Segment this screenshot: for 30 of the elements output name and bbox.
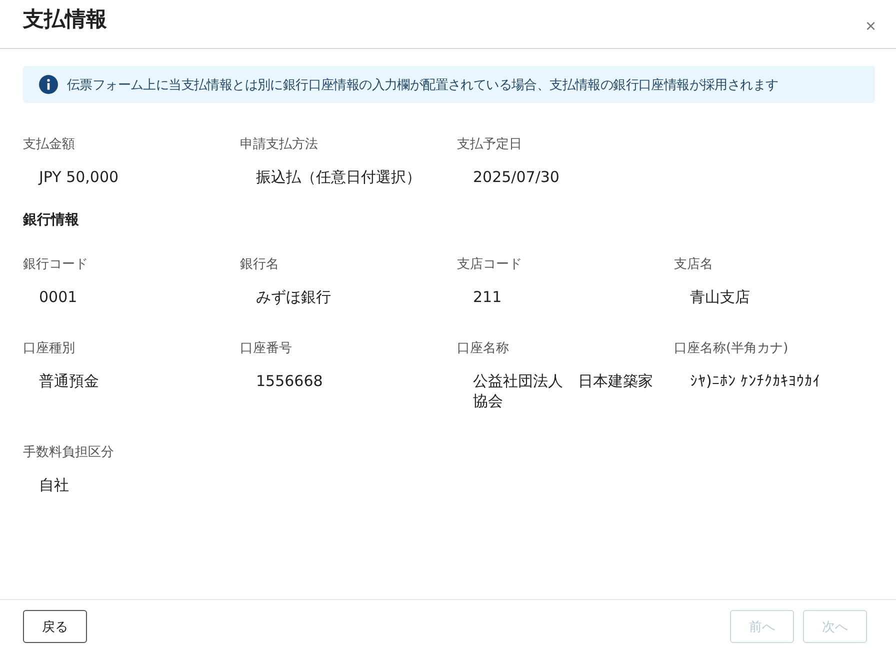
field-label: 支店名 bbox=[674, 256, 714, 273]
field-label: 口座番号 bbox=[240, 340, 293, 357]
field-label: 申請支払方法 bbox=[240, 136, 319, 153]
field-value: ｼﾔ)ﾆﾎﾝ ｹﾝﾁｸｶｷﾖｳｶｲ bbox=[689, 371, 822, 391]
field-value: 211 bbox=[472, 287, 503, 307]
field-label: 銀行名 bbox=[240, 256, 280, 273]
field-label: 口座種別 bbox=[23, 340, 76, 357]
notice-text: 伝票フォーム上に当支払情報とは別に銀行口座情報の入力欄が配置されている場合、支払情報の銀行口座情報が採用されます bbox=[67, 76, 778, 94]
dialog-title: 支払情報 bbox=[23, 6, 107, 33]
field-value: JPY 50,000 bbox=[37, 167, 120, 187]
field-label: 銀行コード bbox=[23, 256, 89, 273]
field-value: 普通預金 bbox=[38, 371, 100, 391]
back-button[interactable]: 戻る bbox=[23, 610, 87, 643]
field-value: 1556668 bbox=[255, 371, 324, 391]
field-label: 口座名称(半角カナ) bbox=[674, 340, 790, 357]
field-value: 青山支店 bbox=[689, 287, 751, 307]
field-label: 口座名称 bbox=[457, 340, 510, 357]
field-value: 自社 bbox=[38, 475, 70, 495]
field-value: 振込払（任意日付選択） bbox=[255, 167, 422, 187]
field-value: みずほ銀行 bbox=[255, 287, 332, 307]
field-label: 手数料負担区分 bbox=[23, 444, 115, 461]
field-label: 支払金額 bbox=[23, 136, 76, 153]
info-icon bbox=[39, 75, 58, 94]
field-value: 2025/07/30 bbox=[472, 167, 560, 187]
section-title: 銀行情報 bbox=[23, 211, 80, 229]
field-value: 公益社団法人 日本建築家協会 bbox=[472, 371, 654, 411]
field-label: 支店コード bbox=[457, 256, 523, 273]
field-value: 0001 bbox=[38, 287, 78, 307]
field-label: 支払予定日 bbox=[457, 136, 523, 153]
close-button[interactable]: × bbox=[863, 16, 878, 36]
